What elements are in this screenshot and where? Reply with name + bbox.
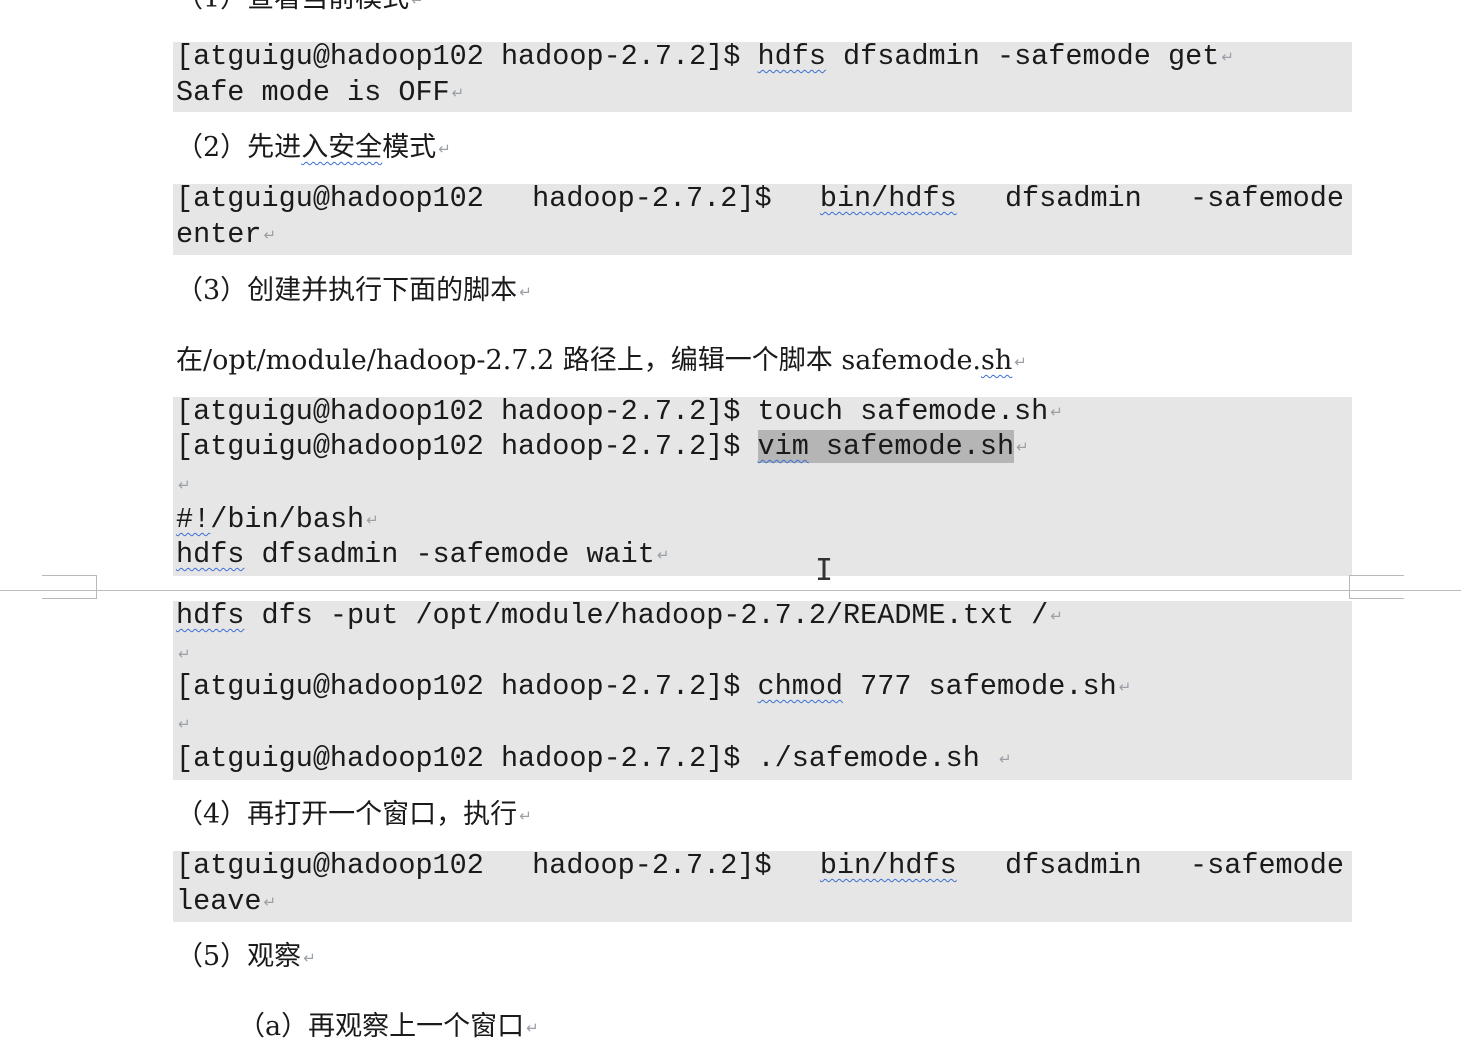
code-line: [atguigu@hadoop102 hadoop-2.7.2]$ ./safe…	[176, 742, 1012, 775]
code-line: [atguigu@hadoop102 hadoop-2.7.2]$ bin/hd…	[176, 849, 1344, 882]
page-corner-right	[1349, 575, 1404, 599]
page-break-line	[0, 590, 1461, 591]
step-2-heading: （2）先进入安全模式 ↵	[176, 132, 451, 163]
code-line: ↵	[178, 645, 191, 663]
page-corner-left	[42, 575, 97, 599]
step-3-heading: （3）创建并执行下面的脚本 ↵	[176, 275, 532, 306]
code-block-2: [atguigu@hadoop102 hadoop-2.7.2]$ bin/hd…	[173, 182, 1352, 255]
code-block-1: [atguigu@hadoop102 hadoop-2.7.2]$ hdfs d…	[173, 40, 1352, 112]
shebang-rest: /bin/bash	[210, 503, 365, 536]
code-line: [atguigu@hadoop102 hadoop-2.7.2]$ bin/hd…	[176, 182, 1344, 215]
code-line: hdfs dfs -put /opt/module/hadoop-2.7.2/R…	[176, 599, 1063, 632]
code-line: enter ↵	[176, 218, 277, 251]
code-line: leave ↵	[176, 885, 277, 918]
code-line: ↵	[178, 476, 191, 494]
code-block-3-bottom: hdfs dfs -put /opt/module/hadoop-2.7.2/R…	[173, 599, 1352, 780]
step-5a-heading: （a）再观察上一个窗口 ↵	[238, 1011, 539, 1042]
step-3-note: 在/opt/module/hadoop-2.7.2 路径上，编辑一个脚本 saf…	[176, 345, 1027, 376]
code-line: Safe mode is OFF ↵	[176, 76, 465, 109]
step-1-heading: （1）查看当前模式↵	[176, 0, 424, 14]
code-line: [atguigu@hadoop102 hadoop-2.7.2]$ chmod …	[176, 670, 1132, 703]
text-cursor-icon: I	[815, 553, 834, 588]
code-line: [atguigu@hadoop102 hadoop-2.7.2]$ vim sa…	[176, 430, 1029, 463]
code-line: #!/bin/bash ↵	[176, 503, 379, 536]
code-line: [atguigu@hadoop102 hadoop-2.7.2]$ touch …	[176, 395, 1063, 428]
step-5-heading: （5）观察 ↵	[176, 941, 316, 972]
code-line: [atguigu@hadoop102 hadoop-2.7.2]$ hdfs d…	[176, 40, 1234, 73]
code-line: ↵	[178, 715, 191, 733]
code-block-4: [atguigu@hadoop102 hadoop-2.7.2]$ bin/hd…	[173, 849, 1352, 922]
code-line: hdfs dfsadmin -safemode wait ↵	[176, 538, 670, 571]
selected-text: vim safemode.sh	[757, 430, 1015, 463]
step-4-heading: （4）再打开一个窗口，执行 ↵	[176, 799, 532, 830]
code-block-3-top: [atguigu@hadoop102 hadoop-2.7.2]$ touch …	[173, 395, 1352, 576]
